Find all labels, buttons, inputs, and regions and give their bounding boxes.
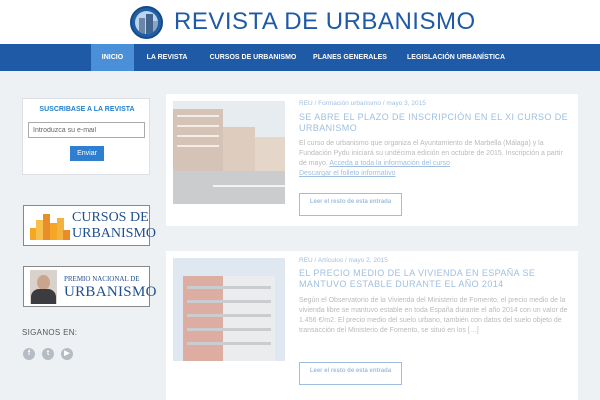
post-meta: REU / Formación urbanismo / mayo 3, 2015 bbox=[299, 100, 426, 107]
course-info-link[interactable]: Acceda a toda la información del curso bbox=[329, 160, 450, 167]
post-title[interactable]: SE ABRE EL PLAZO DE INSCRIPCIÓN EN EL XI… bbox=[299, 112, 571, 134]
post-card: REU / Artículos / mayo 2, 2015 EL PRECIO… bbox=[166, 251, 578, 400]
subscribe-title: SUSCRIBASE A LA REVISTA bbox=[39, 106, 135, 113]
site-title[interactable]: REVISTA DE URBANISMO bbox=[174, 8, 476, 36]
banner-premio-line1: PREMIO NACIONAL DE bbox=[64, 275, 140, 283]
send-button[interactable]: Enviar bbox=[70, 146, 104, 161]
nav-item-cursos[interactable]: CURSOS DE URBANISMO bbox=[203, 44, 303, 71]
follow-label: SIGANOS EN: bbox=[22, 328, 78, 337]
city-graphic-icon bbox=[30, 214, 70, 240]
facebook-icon[interactable]: f bbox=[23, 348, 35, 360]
read-more-button[interactable]: Leer el resto de esta entrada bbox=[299, 193, 402, 216]
site-header: REVISTA DE URBANISMO bbox=[0, 0, 600, 44]
read-more-button[interactable]: Leer el resto de esta entrada bbox=[299, 362, 402, 385]
brochure-download-link[interactable]: Descargar el folleto informativo bbox=[299, 170, 396, 177]
banner-premio-line2: URBANISMO bbox=[64, 284, 157, 300]
banner-cursos-urbanismo[interactable]: CURSOS DE URBANISMO bbox=[23, 205, 156, 246]
banner-cursos-line1: CURSOS DE bbox=[72, 210, 149, 225]
email-input[interactable] bbox=[28, 122, 145, 138]
banner-cursos-line2: URBANISMO bbox=[72, 226, 157, 241]
post-thumbnail[interactable] bbox=[173, 258, 285, 361]
post-excerpt: Según el Observatorio de la Vivienda del… bbox=[299, 297, 568, 334]
twitter-icon[interactable]: t bbox=[42, 348, 54, 360]
post-meta: REU / Artículos / mayo 2, 2015 bbox=[299, 257, 388, 264]
portrait-photo bbox=[30, 270, 57, 304]
main-nav: INICIO LA REVISTA CURSOS DE URBANISMO PL… bbox=[0, 44, 600, 71]
post-title[interactable]: EL PRECIO MEDIO DE LA VIVIENDA EN ESPAÑA… bbox=[299, 268, 571, 290]
banner-premio-nacional[interactable]: PREMIO NACIONAL DE URBANISMO bbox=[23, 266, 156, 307]
post-excerpt: El curso de urbanismo que organiza el Ay… bbox=[299, 139, 571, 179]
content-area: SUSCRIBASE A LA REVISTA Enviar CURSOS DE… bbox=[0, 71, 600, 400]
nav-item-inicio[interactable]: INICIO bbox=[91, 44, 134, 71]
post-thumbnail[interactable] bbox=[173, 101, 285, 204]
nav-item-la-revista[interactable]: LA REVISTA bbox=[139, 44, 195, 71]
post-card: REU / Formación urbanismo / mayo 3, 2015… bbox=[166, 94, 578, 226]
site-logo-icon[interactable] bbox=[130, 6, 163, 39]
youtube-icon[interactable]: ▶ bbox=[61, 348, 73, 360]
nav-item-legislacion[interactable]: LEGISLACIÓN URBANÍSTICA bbox=[400, 44, 512, 71]
nav-item-planes-generales[interactable]: PLANES GENERALES bbox=[310, 44, 390, 71]
subscribe-widget: SUSCRIBASE A LA REVISTA Enviar bbox=[22, 98, 150, 175]
